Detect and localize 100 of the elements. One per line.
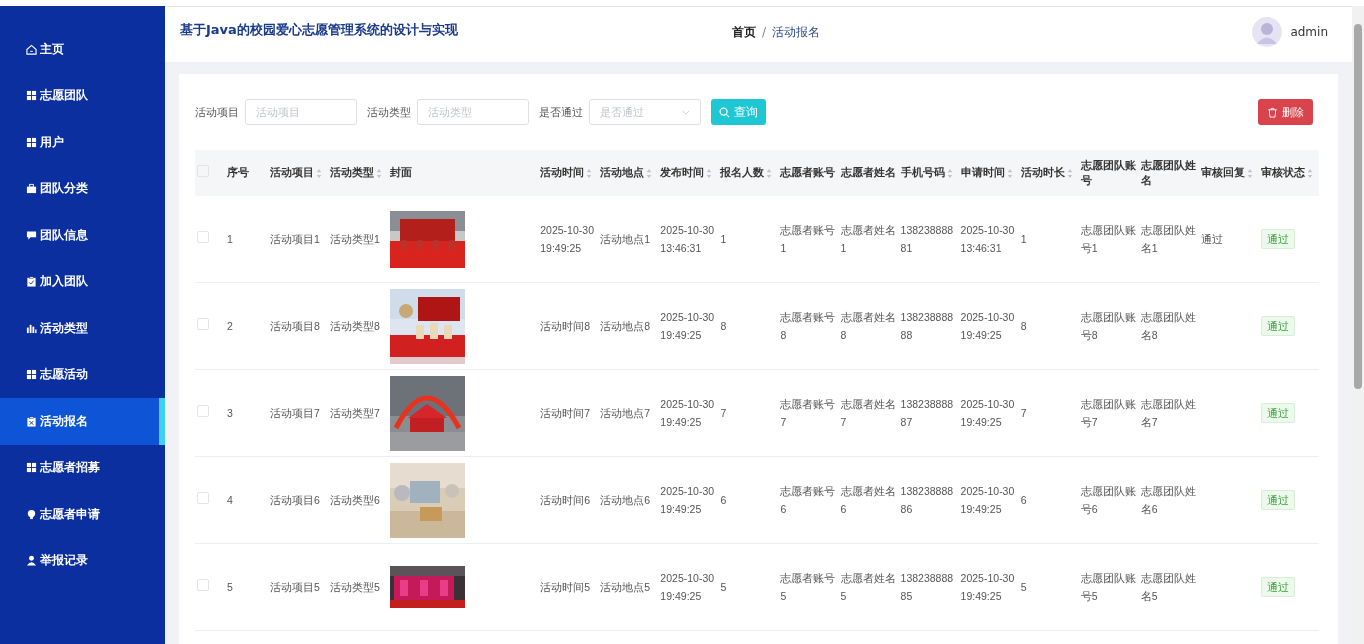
sort-icon[interactable] <box>1306 167 1313 179</box>
table-cell: 5 <box>1018 543 1079 631</box>
column-header: 封面 <box>388 150 539 196</box>
sidebar-item[interactable]: 举报记录 <box>0 537 165 584</box>
sidebar-item[interactable]: 加入团队 <box>0 258 165 305</box>
table-cell: 2025-10-30 19:49:25 <box>658 369 719 457</box>
column-header[interactable]: 手机号码 <box>898 150 959 196</box>
grid-icon <box>26 90 37 102</box>
row-checkbox[interactable] <box>197 317 209 330</box>
sort-icon[interactable] <box>586 167 593 179</box>
table-cell: 3 <box>225 369 269 457</box>
table-cell: 活动时间5 <box>538 543 599 631</box>
table-cell: 志愿者账号8 <box>778 282 839 370</box>
sort-icon[interactable] <box>1066 167 1073 179</box>
sort-icon[interactable] <box>316 167 323 179</box>
sidebar-item[interactable]: 志愿者招募 <box>0 444 165 491</box>
sort-icon[interactable] <box>376 167 383 179</box>
column-header: 志愿者账号 <box>778 150 839 196</box>
sidebar-item[interactable]: 用户 <box>0 119 165 166</box>
table-cell: 志愿团队姓名7 <box>1138 369 1199 457</box>
column-header: 志愿团队姓名 <box>1138 150 1199 196</box>
sidebar-item[interactable]: 活动类型 <box>0 305 165 352</box>
sidebar-item[interactable]: 志愿团队 <box>0 72 165 119</box>
table-cell: 活动类型8 <box>328 282 389 370</box>
home-icon <box>26 43 37 55</box>
table-cell: 通过 <box>1198 196 1259 283</box>
column-header[interactable]: 审核状态 <box>1258 150 1319 196</box>
column-header[interactable]: 活动类型 <box>328 150 389 196</box>
table-cell: 13823888888 <box>898 282 959 370</box>
column-header: 志愿者姓名 <box>838 150 899 196</box>
table-cell: 7 <box>718 369 779 457</box>
sidebar-item[interactable]: 活动报名 <box>0 398 165 445</box>
column-header[interactable]: 活动时长 <box>1018 150 1079 196</box>
sort-icon[interactable] <box>1006 167 1013 179</box>
table-cell: 活动项目8 <box>268 282 329 370</box>
column-header[interactable]: 申请时间 <box>958 150 1019 196</box>
table-cell: 1 <box>1018 196 1079 283</box>
column-header[interactable]: 报名人数 <box>718 150 779 196</box>
trash-icon <box>1267 106 1278 118</box>
sort-icon[interactable] <box>1246 167 1253 179</box>
field-label: 活动类型 <box>367 104 411 120</box>
scrollbar[interactable] <box>1352 6 1364 644</box>
column-header[interactable]: 活动项目 <box>268 150 329 196</box>
column-header[interactable]: 发布时间 <box>658 150 719 196</box>
breadcrumb-link[interactable]: 活动报名 <box>772 23 821 41</box>
table-cell: 活动类型6 <box>328 456 389 544</box>
status-tag: 通过 <box>1260 229 1295 249</box>
search-icon <box>719 106 730 118</box>
table-cell: 13823888885 <box>898 543 959 631</box>
table-cell: 活动项目5 <box>268 543 329 631</box>
column-header[interactable]: 活动时间 <box>538 150 599 196</box>
table-cell: 活动项目1 <box>268 196 329 283</box>
table-cell: 2025-10-30 13:46:31 <box>958 196 1019 283</box>
sort-icon[interactable] <box>706 167 713 179</box>
table-cell: 活动地点5 <box>598 543 659 631</box>
table-cell: 志愿者账号5 <box>778 543 839 631</box>
avatar-icon[interactable] <box>1252 17 1283 47</box>
chat-icon <box>26 229 37 241</box>
table-cell: 活动类型1 <box>328 196 389 283</box>
delete-button[interactable]: 删除 <box>1258 99 1313 125</box>
table-cell: 志愿者账号7 <box>778 369 839 457</box>
breadcrumb-separator: / <box>762 25 767 39</box>
table-cell: 2025-10-30 19:49:25 <box>958 543 1019 631</box>
table-cell: 2 <box>225 282 269 370</box>
table-cell: 活动时间8 <box>538 282 599 370</box>
table-cell: 5 <box>225 543 269 631</box>
sidebar-item[interactable]: 志愿者申请 <box>0 491 165 538</box>
table-cell: 活动地点8 <box>598 282 659 370</box>
sidebar-item[interactable]: 团队信息 <box>0 212 165 259</box>
sort-icon[interactable] <box>646 167 653 179</box>
sort-icon[interactable] <box>946 167 953 179</box>
grid-icon <box>26 136 37 148</box>
table-cell: 活动时间6 <box>538 456 599 544</box>
column-header: 志愿团队账号 <box>1078 150 1139 196</box>
table-cell: 志愿团队账号6 <box>1078 456 1139 544</box>
table-cell: 志愿团队姓名1 <box>1138 196 1199 283</box>
row-checkbox[interactable] <box>197 230 209 243</box>
table-cell: 6 <box>718 456 779 544</box>
sidebar-item[interactable]: 志愿活动 <box>0 351 165 398</box>
field-label: 是否通过 <box>539 104 583 120</box>
status-tag: 通过 <box>1260 490 1295 510</box>
table-cell: 活动时间7 <box>538 369 599 457</box>
row-checkbox[interactable] <box>197 491 209 504</box>
row-checkbox[interactable] <box>197 404 209 417</box>
column-header[interactable]: 审核回复 <box>1198 150 1259 196</box>
sidebar-item[interactable]: 主页 <box>0 26 165 73</box>
table-cell: 2025-10-30 19:49:25 <box>658 543 719 631</box>
sort-icon[interactable] <box>766 167 773 179</box>
table-cell: 13823888881 <box>898 196 959 283</box>
table-cell: 志愿团队账号1 <box>1078 196 1139 283</box>
breadcrumb-link[interactable]: 首页 <box>732 23 756 41</box>
username[interactable]: admin <box>1290 25 1328 39</box>
table-cell: 8 <box>718 282 779 370</box>
table-cell: 志愿团队姓名8 <box>1138 282 1199 370</box>
table-cell: 志愿者姓名7 <box>838 369 899 457</box>
sidebar-item[interactable]: 团队分类 <box>0 165 165 212</box>
status-tag: 通过 <box>1260 577 1295 597</box>
row-checkbox[interactable] <box>197 578 209 591</box>
column-header[interactable]: 活动地点 <box>598 150 659 196</box>
table-cell: 志愿者账号1 <box>778 196 839 283</box>
